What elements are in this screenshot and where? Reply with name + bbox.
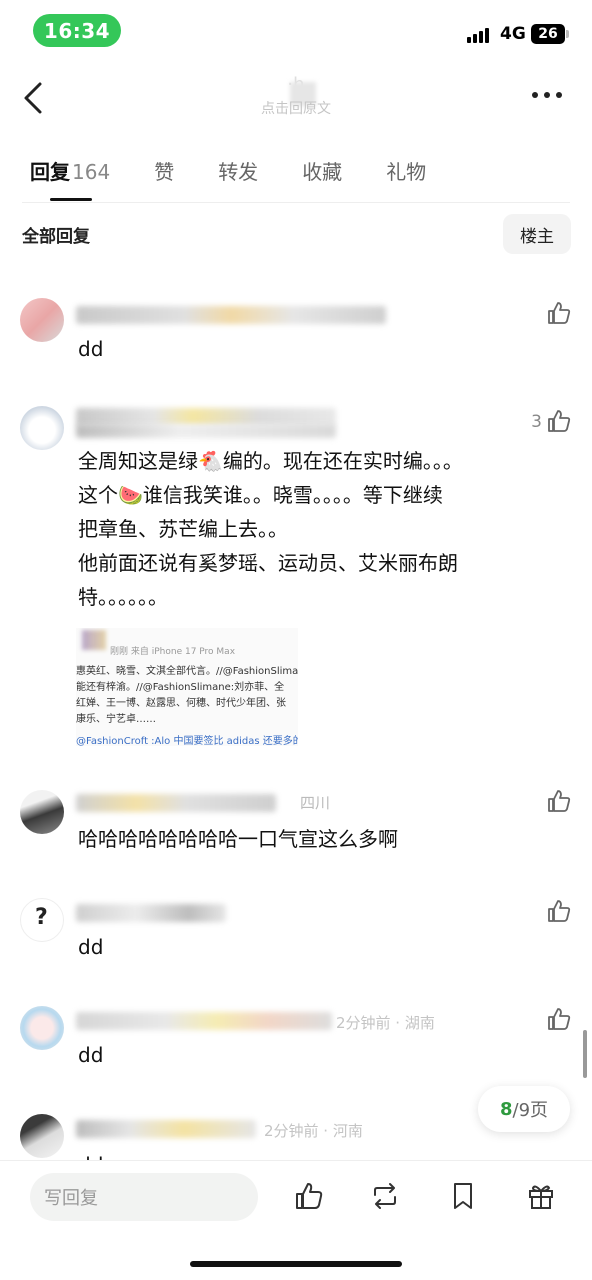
- avatar[interactable]: [20, 406, 64, 450]
- comment-line: 这个🍉谁信我笑谁。。晓雪。。。。等下继续: [78, 483, 443, 507]
- page-indicator[interactable]: 8/9页: [478, 1086, 570, 1132]
- image-text-line: 惠英红、晓雪、文淇全部代言。//@FashionSliman: [76, 666, 298, 677]
- thumbs-up-icon[interactable]: [294, 1181, 324, 1211]
- comment-text: dd: [78, 337, 104, 361]
- comment-item: dd: [0, 296, 592, 366]
- page-subtitle[interactable]: 点击回原文: [0, 98, 592, 118]
- owner-only-button[interactable]: 楼主: [503, 214, 571, 254]
- divider: [22, 202, 570, 203]
- like-count: 3: [531, 412, 542, 432]
- comment-item: ? dd: [0, 896, 592, 966]
- comment-text: dd: [78, 1148, 558, 1160]
- avatar[interactable]: ?: [20, 898, 64, 942]
- thumbs-up-icon[interactable]: [546, 788, 572, 814]
- image-text-line: 康乐、宁艺卓……: [76, 714, 156, 725]
- comment-text: 全周知这是绿🐔编的。现在还在实时编。。。 这个🍉谁信我笑谁。。晓雪。。。。等下继…: [78, 444, 558, 614]
- scrollbar[interactable]: [583, 1030, 587, 1078]
- comment-line: 全周知这是绿🐔编的。现在还在实时编。。。: [78, 449, 463, 473]
- signal-icon: [467, 27, 489, 43]
- status-bar: 16:34 4G 26: [0, 0, 592, 62]
- avatar[interactable]: [20, 298, 64, 342]
- status-time: 16:34: [33, 14, 121, 47]
- comment-line: 特。。。。。。: [78, 585, 168, 609]
- thumbs-up-icon[interactable]: [546, 1006, 572, 1032]
- network-type: 4G: [500, 24, 526, 44]
- user-meta-blurred: [76, 794, 276, 812]
- tab-favorites[interactable]: 收藏: [302, 152, 342, 192]
- more-icon[interactable]: [532, 92, 562, 98]
- image-text-line: 能还有梓渝。//@FashionSlimane:刘亦菲、全: [76, 682, 285, 693]
- image-header: 刚刚 来自 iPhone 17 Pro Max: [110, 647, 236, 657]
- tab-gifts[interactable]: 礼物: [386, 152, 426, 192]
- total-pages: /9页: [512, 1100, 549, 1121]
- gift-icon[interactable]: [526, 1181, 556, 1211]
- comment-line: 把章鱼、苏芒编上去。。: [78, 517, 288, 541]
- thumbs-up-icon[interactable]: [546, 408, 572, 434]
- user-meta-blurred: [76, 1012, 332, 1030]
- image-text-line: 红婵、王一博、赵露思、何穗、时代少年团、张: [76, 698, 286, 709]
- filter-all-replies[interactable]: 全部回复: [22, 222, 90, 247]
- bottom-bar: 写回复: [0, 1160, 592, 1280]
- tab-bar: 回复 164 赞 转发 收藏 礼物: [30, 152, 470, 201]
- thumbs-up-icon[interactable]: [546, 898, 572, 924]
- avatar[interactable]: [20, 790, 64, 834]
- avatar-glyph: ?: [35, 905, 48, 930]
- image-avatar-blur: [82, 630, 106, 650]
- user-meta-blurred: [76, 306, 386, 324]
- comment-time-location: 2分钟前 · 河南: [264, 1122, 363, 1140]
- comment-item: 2分钟前 · 湖南 dd: [0, 1004, 592, 1074]
- comment-text: dd: [78, 1043, 104, 1067]
- battery-icon: 26: [531, 24, 565, 44]
- user-meta-blurred: [76, 904, 226, 922]
- comment-image[interactable]: 刚刚 来自 iPhone 17 Pro Max 惠英红、晓雪、文淇全部代言。//…: [76, 628, 298, 746]
- reply-input[interactable]: 写回复: [30, 1173, 258, 1221]
- battery-cap: [566, 30, 569, 38]
- user-meta-blurred: [76, 424, 336, 438]
- comment-item: 四川 哈哈哈哈哈哈哈哈一口气宣这么多啊: [0, 788, 592, 868]
- comment-line: 他前面还说有奚梦瑶、运动员、艾米丽布朗: [78, 551, 458, 575]
- thumbs-up-icon[interactable]: [546, 300, 572, 326]
- comment-text: dd: [78, 935, 104, 959]
- bookmark-icon[interactable]: [448, 1181, 478, 1211]
- tab-replies-label: 回复: [30, 160, 70, 184]
- current-page: 8: [499, 1098, 513, 1120]
- comment-time-location: 2分钟前 · 湖南: [336, 1014, 435, 1032]
- tab-likes[interactable]: 赞: [154, 152, 174, 192]
- user-meta-blurred: [76, 1120, 256, 1138]
- comment-text: 哈哈哈哈哈哈哈哈一口气宣这么多啊: [78, 827, 398, 851]
- image-text-line: @FashionCroft :Alo 中国要签比 adidas 还要多的代言: [76, 736, 298, 746]
- repost-icon[interactable]: [370, 1181, 400, 1211]
- avatar[interactable]: [20, 1114, 64, 1158]
- tab-replies[interactable]: 回复 164: [30, 152, 111, 201]
- tab-replies-count: 164: [72, 160, 111, 184]
- home-indicator: [190, 1261, 402, 1267]
- avatar[interactable]: [20, 1006, 64, 1050]
- top-nav: ·h 点击回原文: [0, 62, 592, 134]
- tab-reposts[interactable]: 转发: [218, 152, 258, 192]
- user-location: 四川: [300, 794, 331, 812]
